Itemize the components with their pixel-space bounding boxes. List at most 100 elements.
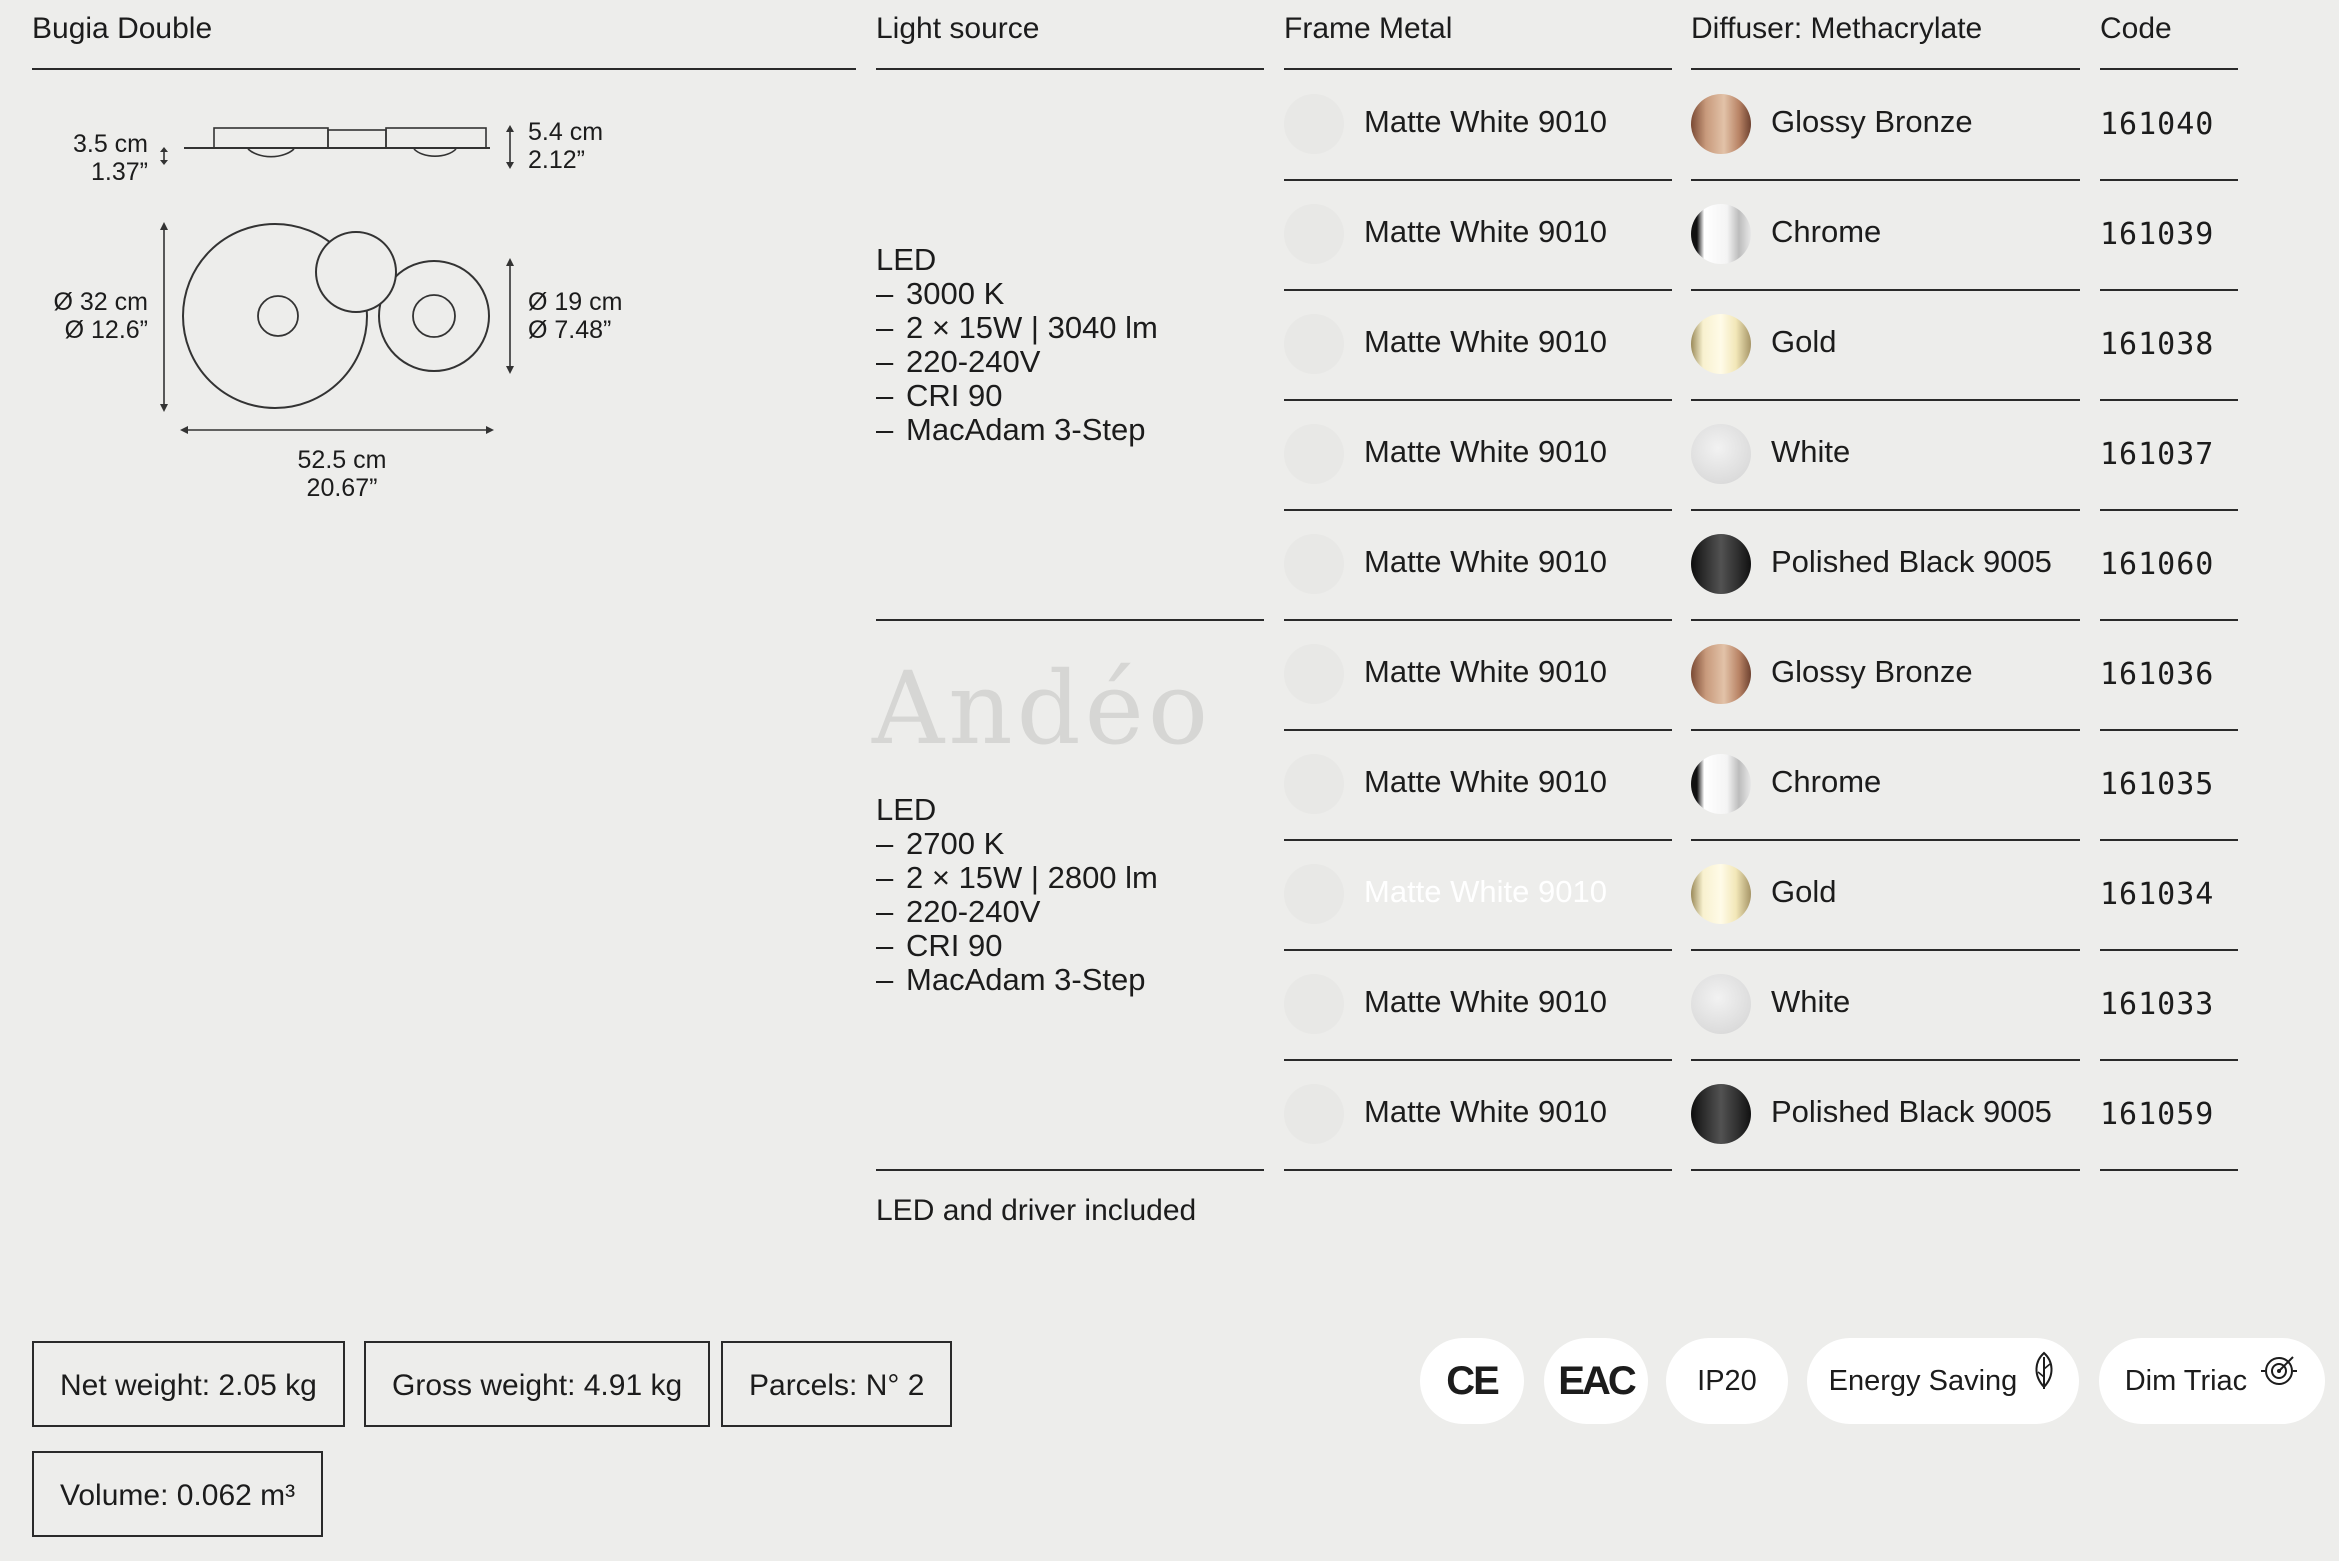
diffuser-swatch-black [1691,534,1751,594]
header-rule-code [2100,68,2238,70]
row-separator [2100,399,2238,401]
row-separator [2100,1059,2238,1061]
light-source-item: – CRI 90 [876,379,1158,413]
diffuser-swatch-bronze [1691,94,1751,154]
frame-finish: Matte White 9010 [1364,104,1607,139]
row-separator [2100,179,2238,181]
dash: – [876,310,894,345]
light-spec: 3000 K [906,276,1005,311]
frame-finish: Matte White 9010 [1364,874,1607,909]
frame-swatch [1284,534,1344,594]
volume-box: Volume: 0.062 m³ [32,1451,324,1537]
frame-swatch [1284,864,1344,924]
frame-finish: Matte White 9010 [1364,434,1607,469]
light-source-item: – CRI 90 [876,929,1158,963]
dash: – [876,344,894,379]
diffuser-finish: Polished Black 9005 [1771,544,2052,579]
row-separator [1691,1169,2080,1171]
light-source-item: – MacAdam 3-Step [876,963,1158,997]
row-separator [2100,509,2238,511]
product-code: 161037 [2100,437,2215,472]
row-separator [1284,1059,1672,1061]
diffuser-swatch-gold [1691,314,1751,374]
light-source-item: –2 × 15W | 2800 lm [876,861,1158,895]
row-separator [1691,619,2080,621]
eac-mark: EAC [1544,1338,1648,1424]
light-spec: 220-240V [906,894,1041,929]
row-separator [1691,1059,2080,1061]
height-small-in: 1.37” [91,158,148,186]
light-source-group-2: LED –2700 K –2 × 15W | 2800 lm –220-240V… [876,793,1158,997]
row-separator [1284,399,1672,401]
light-source-title: LED [876,242,937,277]
frame-finish: Matte White 9010 [1364,544,1607,579]
light-source-title: LED [876,792,937,827]
header-frame-metal: Frame Metal [1284,12,1453,45]
light-source-divider [876,1169,1264,1171]
diffuser-swatch-chrome [1691,754,1751,814]
light-source-item: –2 × 15W | 3040 lm [876,311,1158,345]
row-separator [1284,289,1672,291]
header-rule-frame [1284,68,1672,70]
row-separator [1284,949,1672,951]
dash: – [876,378,894,413]
height-small-cm: 3.5 cm [72,130,148,158]
light-spec: 2 × 15W | 2800 lm [906,860,1158,895]
row-separator [1284,179,1672,181]
row-separator [2100,619,2238,621]
light-spec: 2700 K [906,826,1005,861]
frame-finish: Matte White 9010 [1364,1094,1607,1129]
leaf-icon [2031,1339,2057,1425]
diffuser-finish: Polished Black 9005 [1771,1094,2052,1129]
row-separator [1284,729,1672,731]
row-separator [2100,729,2238,731]
row-separator [1691,729,2080,731]
header-rule-diffuser [1691,68,2080,70]
row-separator [2100,1169,2238,1171]
diameter-small-in: Ø 7.48” [528,316,612,344]
row-separator [2100,839,2238,841]
light-spec: CRI 90 [906,928,1003,963]
dim-triac-label: Dim Triac [2124,1365,2248,1397]
diffuser-swatch-gold [1691,864,1751,924]
width-in: 20.67” [306,474,378,502]
ce-mark: CE [1420,1338,1524,1424]
ip20-pill: IP20 [1666,1338,1788,1424]
row-separator [1284,1169,1672,1171]
ce-label: CE [1446,1359,1500,1403]
diffuser-finish: Gold [1771,874,1837,909]
light-spec: 2 × 15W | 3040 lm [906,310,1158,345]
row-separator [1284,839,1672,841]
row-separator [1284,509,1672,511]
product-code: 161035 [2100,767,2215,802]
net-weight-box: Net weight: 2.05 kg [32,1341,345,1427]
width-cm: 52.5 cm [297,446,387,474]
diffuser-finish: Gold [1771,324,1837,359]
frame-swatch [1284,424,1344,484]
light-spec: MacAdam 3-Step [906,412,1146,447]
row-separator [1691,949,2080,951]
frame-swatch [1284,974,1344,1034]
frame-swatch [1284,644,1344,704]
header-code: Code [2100,12,2172,45]
frame-swatch [1284,94,1344,154]
frame-finish: Matte White 9010 [1364,214,1607,249]
dimension-drawing: 3.5 cm 1.37” 5.4 cm 2.12” Ø 32 cm Ø 12.6… [32,110,652,520]
row-separator [1691,509,2080,511]
product-code: 161034 [2100,877,2215,912]
header-diffuser: Diffuser: Methacrylate [1691,12,1983,45]
height-large-in: 2.12” [528,146,585,174]
frame-swatch [1284,314,1344,374]
dash: – [876,894,894,929]
light-source-item: –220-240V [876,895,1158,929]
frame-finish: Matte White 9010 [1364,764,1607,799]
diffuser-swatch-bronze [1691,644,1751,704]
header-light-source: Light source [876,12,1040,45]
row-separator [1691,839,2080,841]
frame-swatch [1284,754,1344,814]
diffuser-swatch-white [1691,424,1751,484]
product-code: 161038 [2100,327,2215,362]
header-rule-light [876,68,1264,70]
light-source-item: –3000 K [876,277,1158,311]
light-spec: CRI 90 [906,378,1003,413]
